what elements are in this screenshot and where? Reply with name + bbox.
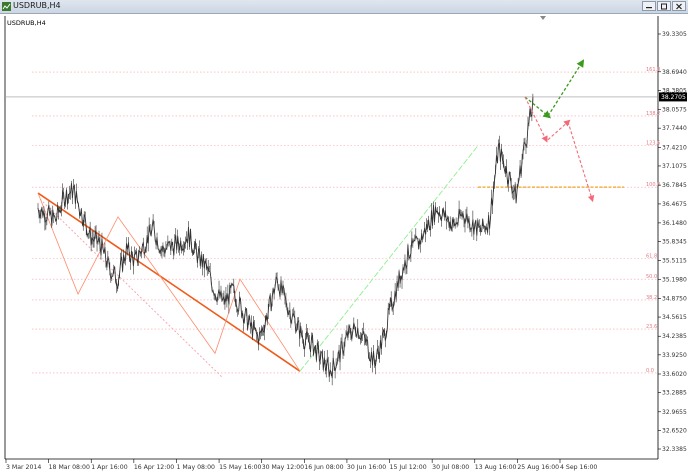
price-tick-label: 32.3385 bbox=[662, 446, 687, 453]
time-axis: 3 Mar 2014 18 Mar 08:00 1 Apr 16:00 16 Apr … bbox=[5, 459, 597, 471]
channel-lower-line bbox=[39, 198, 223, 378]
window-title: USDRUB,H4 bbox=[13, 1, 61, 10]
price-series bbox=[37, 93, 534, 386]
fib-level-label: 161.8 bbox=[646, 67, 660, 73]
zigzag-channel bbox=[37, 145, 624, 378]
time-tick-label: 30 May 12:00 bbox=[262, 464, 304, 471]
price-tick-label: 36.1480 bbox=[662, 220, 687, 227]
window-titlebar[interactable]: USDRUB,H4 bbox=[0, 0, 688, 14]
time-tick-label: 16 Apr 12:00 bbox=[134, 464, 174, 471]
time-tick-label: 30 Jul 08:00 bbox=[432, 464, 469, 471]
price-tick-label: 32.6520 bbox=[662, 427, 687, 434]
price-tick-label: 37.7440 bbox=[662, 125, 687, 132]
price-line bbox=[37, 96, 534, 379]
price-tick-label: 38.0575 bbox=[662, 107, 687, 114]
time-tick-label: 13 Aug 16:00 bbox=[475, 464, 517, 471]
green-projection-2 bbox=[547, 59, 585, 117]
time-tick-label: 16 Jun 08:00 bbox=[304, 464, 343, 471]
price-tick-label: 32.9655 bbox=[662, 409, 687, 416]
time-tick-label: 18 Mar 08:00 bbox=[49, 464, 90, 471]
chart-shift-marker[interactable] bbox=[540, 16, 546, 20]
maximize-button[interactable] bbox=[657, 1, 671, 11]
projection-arrows bbox=[524, 59, 595, 203]
price-tick-label: 39.3305 bbox=[662, 31, 687, 38]
chart-window: USDRUB,H4 USDRUB,H4 161.8 138.2 123.6 100.0… bbox=[0, 0, 688, 476]
price-tick-label: 35.8345 bbox=[662, 239, 687, 246]
close-button[interactable] bbox=[672, 1, 686, 11]
current-price-label: 38.2705 bbox=[661, 94, 686, 101]
fib-level-label: 138.2 bbox=[646, 111, 660, 117]
chart-canvas[interactable]: USDRUB,H4 161.8138.2123.6100.061.850.038… bbox=[0, 14, 688, 476]
price-tick-label: 37.4210 bbox=[662, 144, 687, 151]
price-tick-label: 36.7845 bbox=[662, 182, 687, 189]
time-tick-label: 15 May 16:00 bbox=[219, 464, 261, 471]
close-icon bbox=[676, 3, 682, 9]
minimize-icon bbox=[646, 7, 652, 9]
fib-level-label: 23.6 bbox=[646, 324, 657, 330]
time-tick-label: 3 Mar 2014 bbox=[6, 464, 41, 471]
red-projection-2 bbox=[547, 119, 571, 141]
maximize-icon bbox=[661, 3, 667, 9]
price-tick-label: 33.9250 bbox=[662, 352, 687, 359]
fib-level-label: 0.0 bbox=[646, 368, 654, 374]
price-tick-label: 34.8750 bbox=[662, 295, 687, 302]
time-tick-label: 1 Apr 16:00 bbox=[91, 464, 127, 471]
price-tick-label: 37.1075 bbox=[662, 163, 687, 170]
fib-level-label: 38.2 bbox=[646, 295, 657, 301]
fib-level-label: 61.8 bbox=[646, 253, 657, 259]
time-tick-label: 30 Jun 16:00 bbox=[347, 464, 386, 471]
time-tick-label: 4 Sep 16:00 bbox=[560, 464, 597, 471]
fibonacci-levels: 161.8138.2123.6100.061.850.038.223.60.0 bbox=[32, 67, 660, 374]
price-tick-label: 35.5115 bbox=[662, 258, 687, 265]
price-tick-label: 33.2885 bbox=[662, 390, 687, 397]
price-tick-label: 38.6940 bbox=[662, 69, 687, 76]
green-projection-1 bbox=[524, 96, 552, 119]
minimize-button[interactable] bbox=[642, 1, 656, 11]
price-tick-label: 36.4675 bbox=[662, 201, 687, 208]
price-chart[interactable]: USDRUB,H4 161.8 138.2 123.6 100.0 61.8 50.0 38… bbox=[0, 14, 688, 476]
chart-symbol-label: USDRUB,H4 bbox=[7, 19, 46, 27]
price-tick-label: 35.1980 bbox=[662, 276, 687, 283]
price-tick-label: 33.6020 bbox=[662, 371, 687, 378]
fib-level-label: 123.6 bbox=[646, 141, 660, 147]
chart-window-icon bbox=[2, 2, 11, 11]
price-tick-label: 34.5615 bbox=[662, 314, 687, 321]
time-tick-label: 25 Aug 16:00 bbox=[517, 464, 559, 471]
time-tick-label: 1 May 08:00 bbox=[176, 464, 215, 471]
price-tick-label: 34.2385 bbox=[662, 333, 687, 340]
fib-level-label: 50.0 bbox=[646, 274, 657, 280]
time-tick-label: 15 Jul 12:00 bbox=[390, 464, 427, 471]
downtrend-line bbox=[37, 192, 301, 372]
